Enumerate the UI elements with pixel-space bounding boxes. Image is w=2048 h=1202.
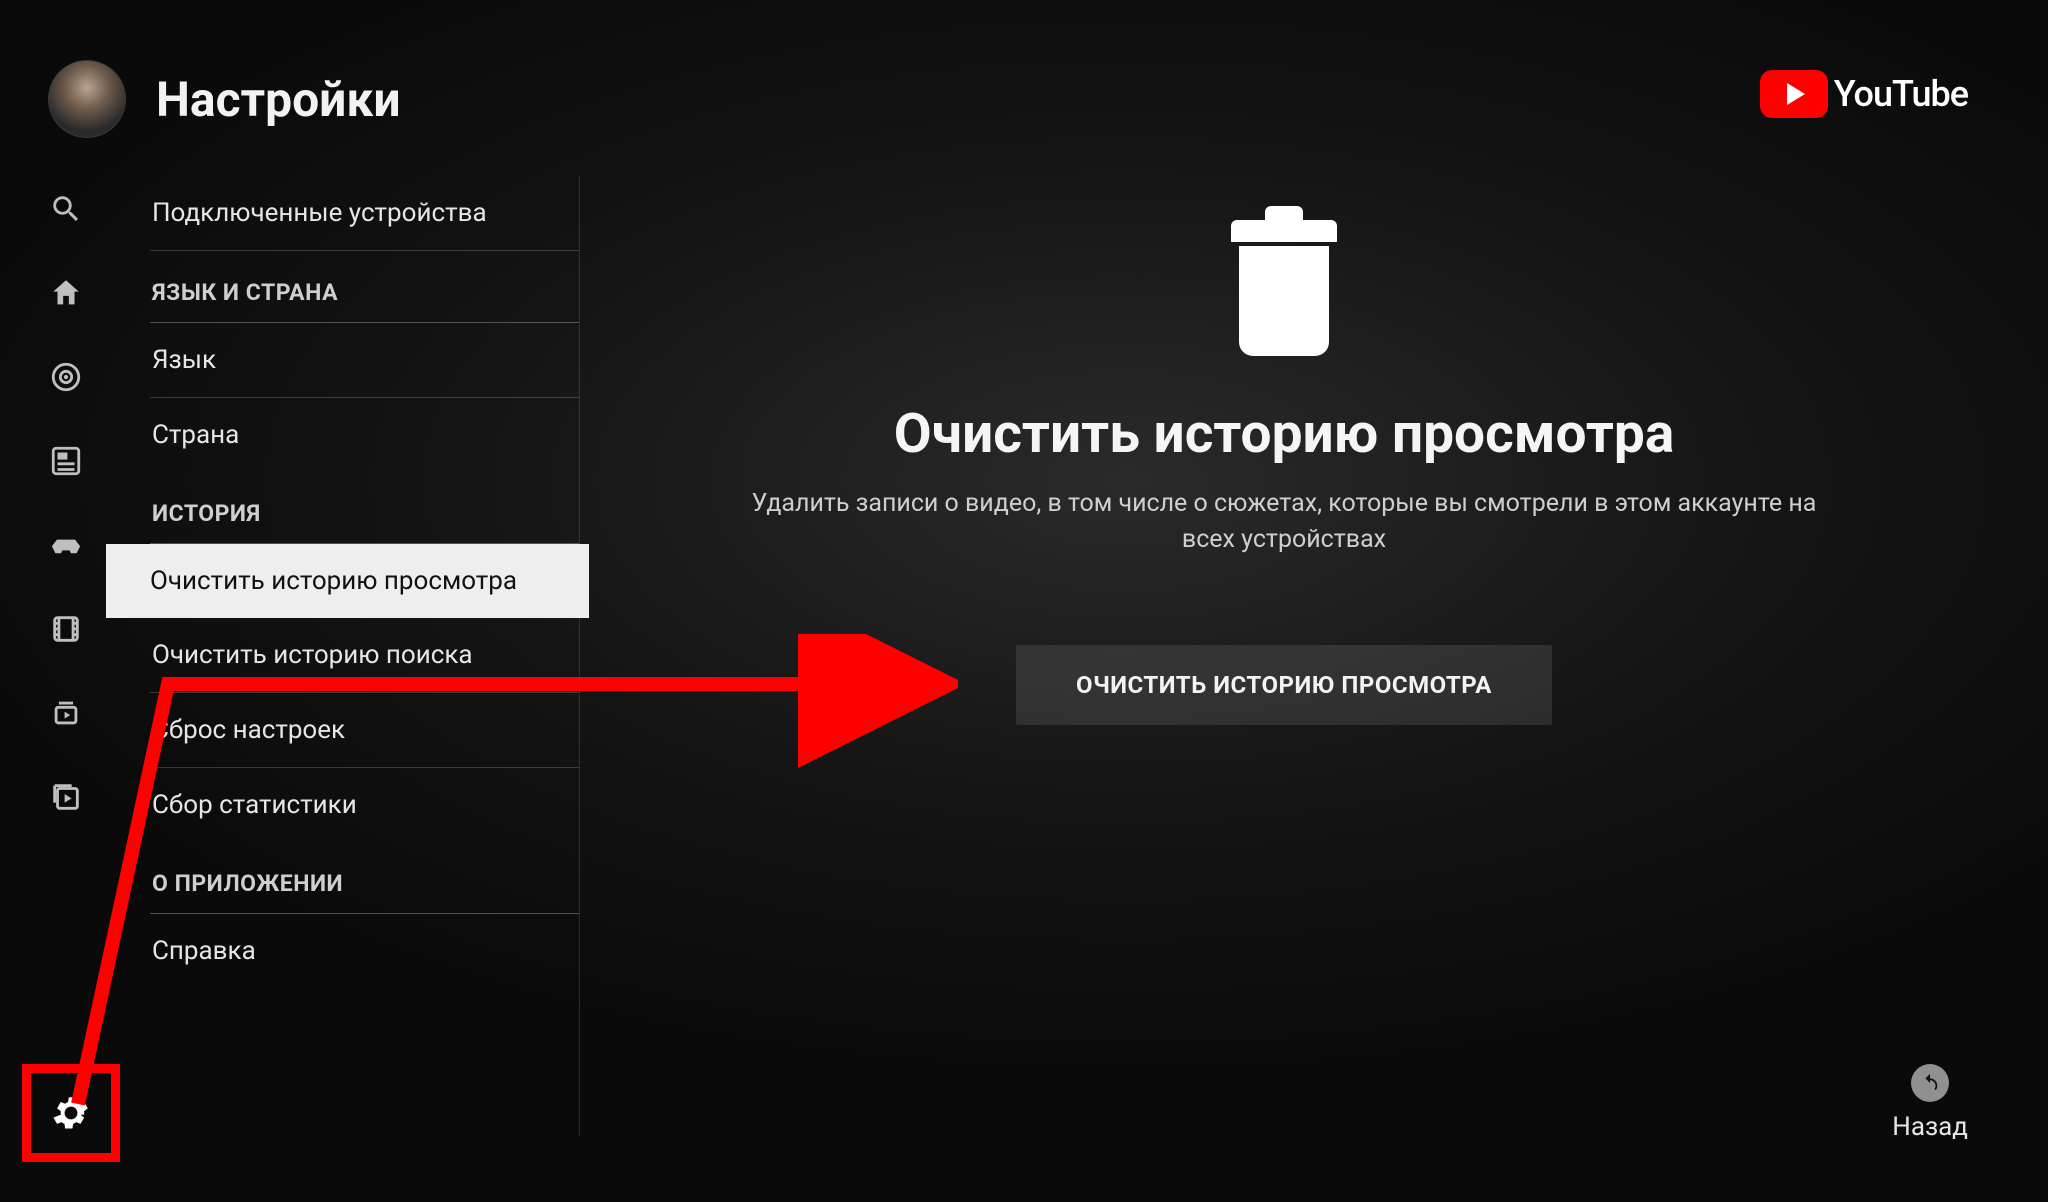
sidebar-item-clear-watch-history[interactable]: Очистить историю просмотра <box>106 544 589 618</box>
back-icon <box>1911 1064 1949 1102</box>
section-about: О ПРИЛОЖЕНИИ <box>150 846 579 914</box>
avatar[interactable] <box>48 60 126 138</box>
back-control[interactable]: Назад <box>1892 1064 1968 1142</box>
gear-icon[interactable] <box>49 1091 93 1135</box>
main-description: Удалить записи о видео, в том числе о сю… <box>734 486 1834 559</box>
library-icon[interactable] <box>47 778 85 816</box>
clear-watch-history-button[interactable]: ОЧИСТИТЬ ИСТОРИЮ ПРОСМОТРА <box>1016 645 1552 725</box>
nav-rail <box>42 190 90 816</box>
sidebar-item-help[interactable]: Справка <box>150 914 579 988</box>
movies-icon[interactable] <box>47 610 85 648</box>
sidebar-item-reset-settings[interactable]: Сброс настроек <box>150 693 579 768</box>
section-history: ИСТОРИЯ <box>150 476 579 544</box>
youtube-logo: YouTube <box>1760 70 1968 118</box>
youtube-wordmark: YouTube <box>1834 73 1968 115</box>
page-title: Настройки <box>156 71 401 128</box>
home-icon[interactable] <box>47 274 85 312</box>
sidebar-item-linked-devices[interactable]: Подключенные устройства <box>150 176 579 251</box>
settings-list: Подключенные устройства ЯЗЫК И СТРАНА Яз… <box>150 176 580 1136</box>
main-title: Очистить историю просмотра <box>894 402 1675 466</box>
settings-icon-highlight <box>22 1064 120 1162</box>
trash-icon <box>1224 220 1344 360</box>
youtube-play-icon <box>1760 70 1828 118</box>
gaming-icon[interactable] <box>47 526 85 564</box>
purchases-icon[interactable] <box>47 694 85 732</box>
sidebar-item-clear-search-history[interactable]: Очистить историю поиска <box>150 618 579 693</box>
back-label: Назад <box>1892 1112 1968 1142</box>
subscriptions-icon[interactable] <box>47 442 85 480</box>
sidebar-item-country[interactable]: Страна <box>150 398 579 472</box>
search-icon[interactable] <box>47 190 85 228</box>
sidebar-item-language[interactable]: Язык <box>150 323 579 398</box>
sidebar-item-stats[interactable]: Сбор статистики <box>150 768 579 842</box>
main-panel: Очистить историю просмотра Удалить запис… <box>580 190 1988 725</box>
originals-icon[interactable] <box>47 358 85 396</box>
section-lang-country: ЯЗЫК И СТРАНА <box>150 255 579 323</box>
